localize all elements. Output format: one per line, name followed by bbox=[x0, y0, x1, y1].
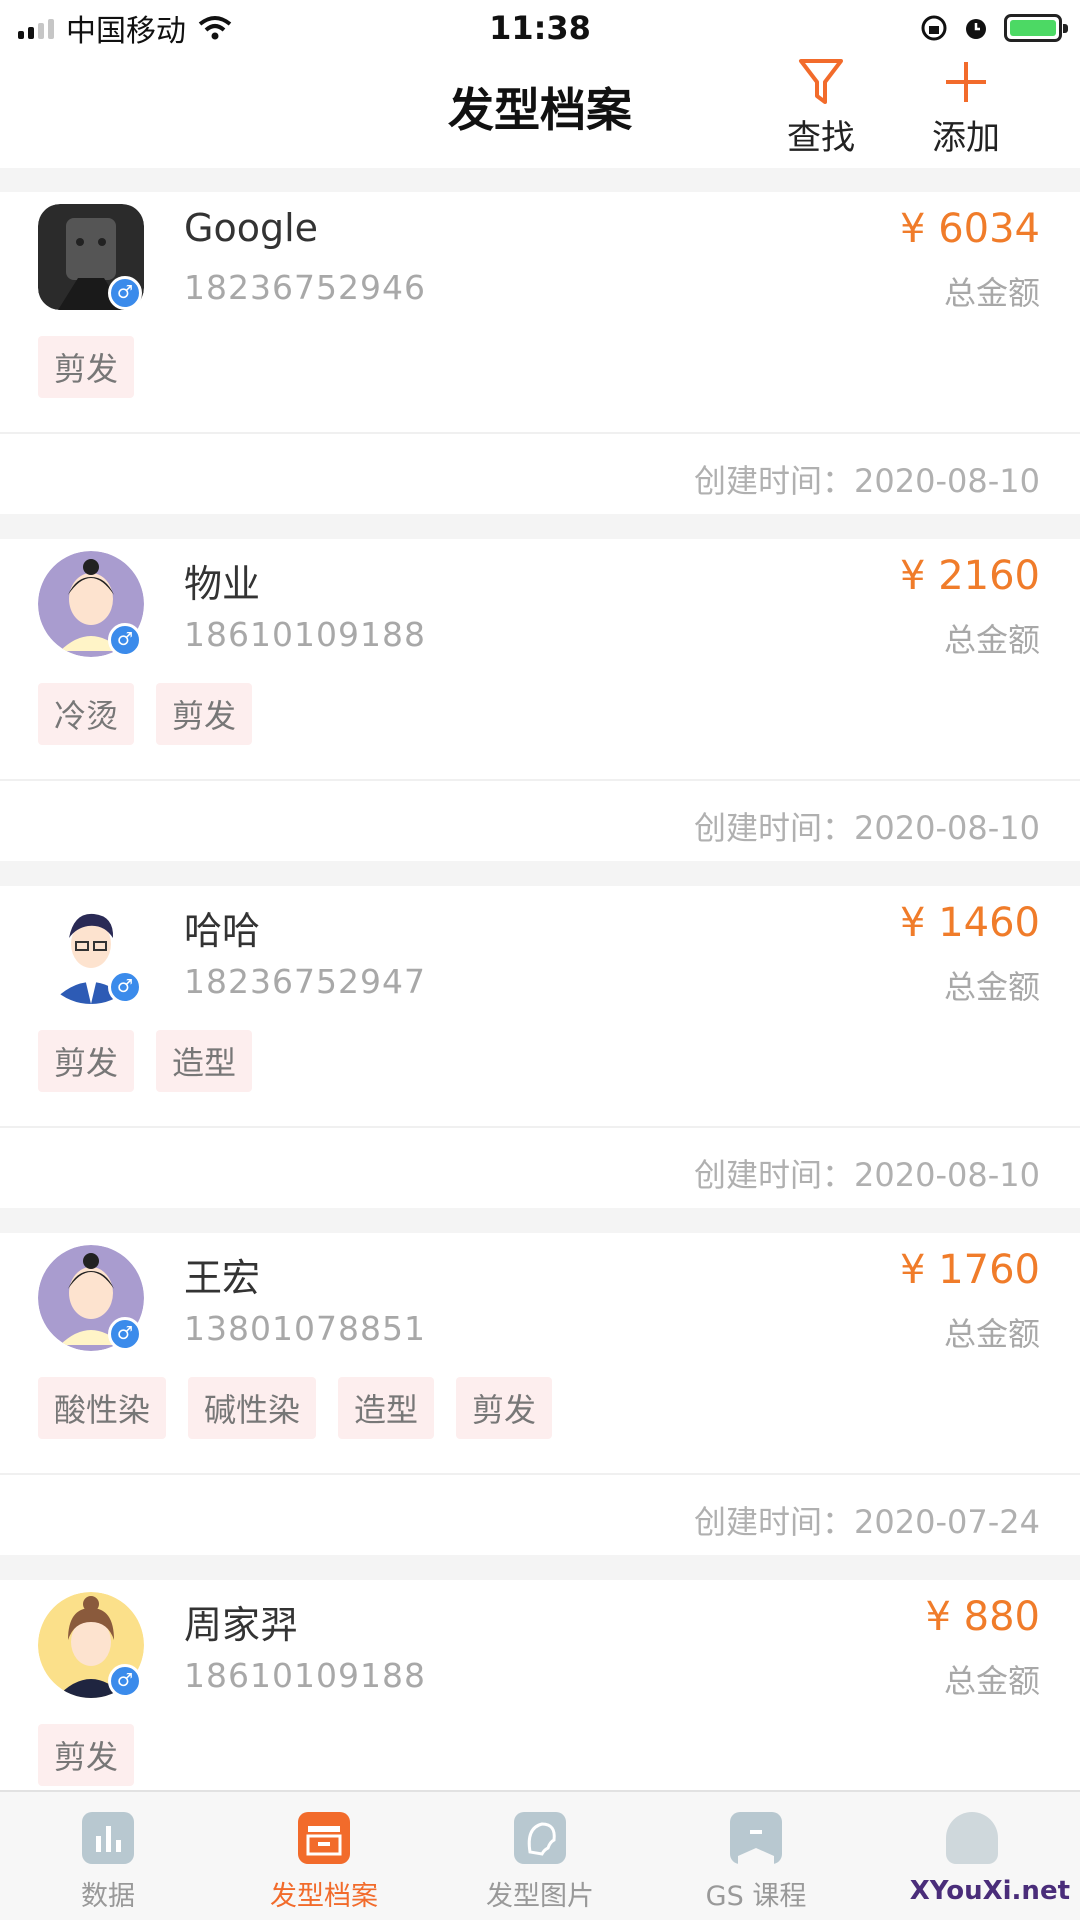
tab-hair-records[interactable]: 发型档案 bbox=[216, 1792, 432, 1920]
signal-icon bbox=[18, 17, 54, 39]
divider bbox=[0, 432, 1080, 434]
tab-label: GS 课程 bbox=[705, 1881, 807, 1912]
service-tag: 剪发 bbox=[38, 1724, 135, 1786]
plus-icon bbox=[946, 62, 986, 102]
total-amount: ¥ 6034 bbox=[900, 206, 1040, 252]
customer-phone: 18236752946 bbox=[184, 268, 426, 307]
customer-name: Google bbox=[184, 206, 319, 250]
customer-phone: 18236752947 bbox=[184, 962, 426, 1001]
archive-box-icon bbox=[298, 1812, 350, 1864]
total-amount: ¥ 1760 bbox=[900, 1247, 1040, 1293]
bookmark-icon bbox=[730, 1812, 782, 1864]
service-tag: 酸性染 bbox=[38, 1377, 167, 1439]
tab-data[interactable]: 数据 bbox=[0, 1792, 216, 1920]
tab-hair-photos[interactable]: 发型图片 bbox=[432, 1792, 648, 1920]
status-bar: 中国移动 11:38 bbox=[0, 0, 1080, 56]
record-card[interactable]: ♂ Google 18236752946 ¥ 6034 总金额 剪发 创建时间：… bbox=[0, 192, 1080, 514]
user-icon bbox=[946, 1812, 998, 1864]
service-tags: 酸性染 碱性染 造型 剪发 bbox=[38, 1377, 553, 1439]
customer-phone: 18610109188 bbox=[184, 615, 426, 654]
customer-name: 物业 bbox=[184, 562, 261, 606]
service-tags: 剪发 bbox=[38, 1724, 135, 1786]
service-tag: 剪发 bbox=[38, 1030, 135, 1092]
divider bbox=[0, 1473, 1080, 1475]
customer-phone: 13801078851 bbox=[184, 1309, 426, 1348]
total-amount-label: 总金额 bbox=[943, 1315, 1040, 1353]
wifi-icon bbox=[198, 16, 232, 40]
gender-badge: ♂ bbox=[108, 1664, 142, 1698]
created-time: 创建时间：2020-08-10 bbox=[694, 462, 1040, 500]
add-label: 添加 bbox=[932, 118, 1000, 158]
battery-icon bbox=[1004, 14, 1068, 42]
record-card[interactable]: ♂ 哈哈 18236752947 ¥ 1460 总金额 剪发 造型 创建时间：2… bbox=[0, 886, 1080, 1208]
gender-badge: ♂ bbox=[108, 970, 142, 1004]
record-card[interactable]: ♂ 物业 18610109188 ¥ 2160 总金额 冷烫 剪发 创建时间：2… bbox=[0, 539, 1080, 861]
service-tags: 剪发 造型 bbox=[38, 1030, 253, 1092]
customer-name: 哈哈 bbox=[184, 909, 261, 953]
service-tag: 剪发 bbox=[38, 336, 135, 398]
gender-badge: ♂ bbox=[108, 1317, 142, 1351]
status-right bbox=[920, 14, 1068, 42]
carrier-label: 中国移动 bbox=[66, 14, 186, 49]
total-amount: ¥ 1460 bbox=[900, 900, 1040, 946]
alarm-icon bbox=[966, 19, 986, 39]
hair-profile-icon bbox=[514, 1812, 566, 1864]
rotation-lock-icon bbox=[921, 15, 947, 41]
customer-phone: 18610109188 bbox=[184, 1656, 426, 1695]
gender-badge: ♂ bbox=[108, 276, 142, 310]
service-tags: 冷烫 剪发 bbox=[38, 683, 253, 745]
service-tag: 造型 bbox=[156, 1030, 253, 1092]
service-tag: 碱性染 bbox=[188, 1377, 317, 1439]
record-card[interactable]: ♂ 王宏 13801078851 ¥ 1760 总金额 酸性染 碱性染 造型 剪… bbox=[0, 1233, 1080, 1555]
service-tag: 剪发 bbox=[156, 683, 253, 745]
add-button[interactable]: 添加 bbox=[911, 56, 1021, 168]
created-time: 创建时间：2020-08-10 bbox=[694, 809, 1040, 847]
total-amount-label: 总金额 bbox=[943, 1662, 1040, 1700]
find-button[interactable]: 查找 bbox=[766, 56, 876, 168]
total-amount: ¥ 2160 bbox=[900, 553, 1040, 599]
created-time: 创建时间：2020-08-10 bbox=[694, 1156, 1040, 1194]
total-amount-label: 总金额 bbox=[943, 621, 1040, 659]
gender-badge: ♂ bbox=[108, 623, 142, 657]
total-amount-label: 总金额 bbox=[943, 274, 1040, 312]
find-label: 查找 bbox=[787, 118, 855, 158]
header: 发型档案 查找 添加 bbox=[0, 56, 1080, 168]
watermark: XYouXi.net bbox=[909, 1876, 1070, 1906]
service-tag: 冷烫 bbox=[38, 683, 135, 745]
filter-icon bbox=[799, 59, 843, 104]
customer-name: 王宏 bbox=[184, 1256, 261, 1300]
total-amount: ¥ 880 bbox=[925, 1594, 1040, 1640]
customer-name: 周家羿 bbox=[184, 1603, 299, 1647]
divider bbox=[0, 779, 1080, 781]
created-time: 创建时间：2020-07-24 bbox=[694, 1503, 1040, 1541]
service-tags: 剪发 bbox=[38, 336, 135, 398]
tab-label: 数据 bbox=[81, 1881, 135, 1912]
divider bbox=[0, 1126, 1080, 1128]
tab-gs-course[interactable]: GS 课程 bbox=[648, 1792, 864, 1920]
service-tag: 剪发 bbox=[456, 1377, 553, 1439]
bar-chart-icon bbox=[82, 1812, 134, 1864]
total-amount-label: 总金额 bbox=[943, 968, 1040, 1006]
status-left: 中国移动 bbox=[18, 6, 232, 50]
tab-label: 发型图片 bbox=[486, 1881, 594, 1912]
tab-label: 发型档案 bbox=[270, 1881, 378, 1912]
service-tag: 造型 bbox=[338, 1377, 435, 1439]
